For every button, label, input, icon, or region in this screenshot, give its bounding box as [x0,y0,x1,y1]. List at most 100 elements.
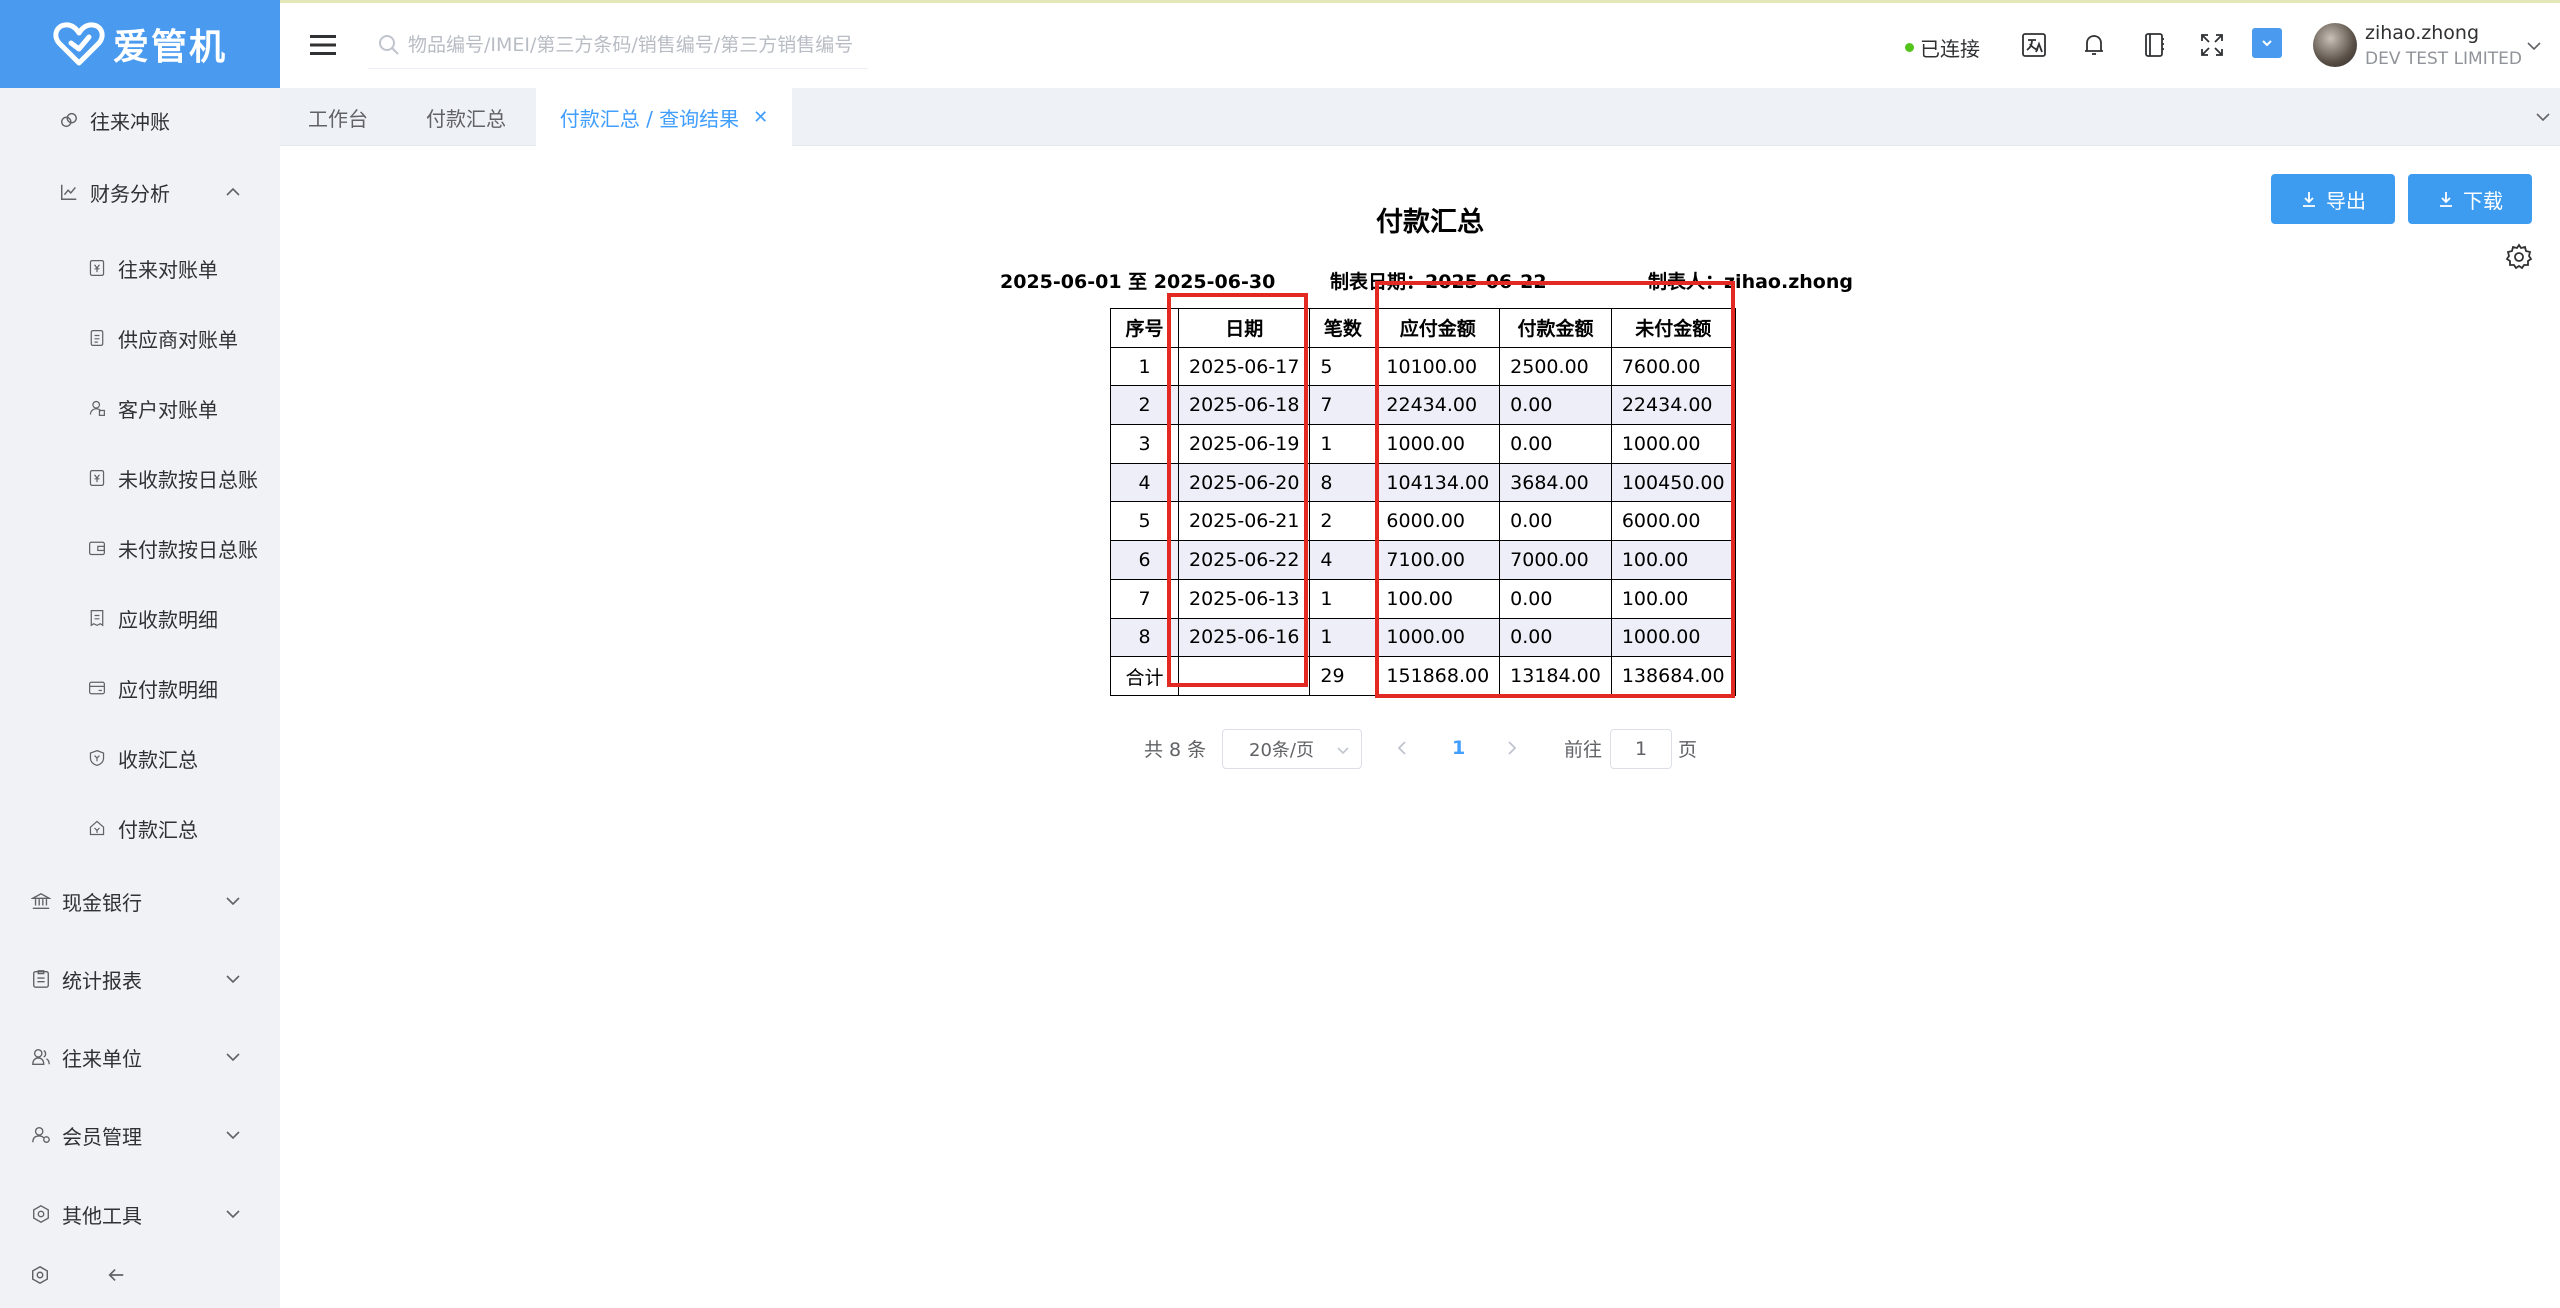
hamburger-menu-icon[interactable] [310,33,336,57]
sidebar-group-financial-analysis[interactable]: 财务分析 [0,174,280,210]
sidebar-item-unpaid-daily[interactable]: 未付款按日总账 [0,530,280,566]
sidebar-item-unreceived-daily[interactable]: 未收款按日总账 [0,460,280,496]
table-cell: 5 [1309,346,1377,387]
sidebar-item-label: 应付款明细 [118,677,218,702]
card-icon [86,677,108,699]
sidebar-item-label: 供应商对账单 [118,327,238,352]
user-name[interactable]: zihao.zhong [2365,22,2479,44]
gear-icon[interactable] [2505,243,2533,271]
download-button-label: 下载 [2463,188,2503,213]
page-number-current[interactable]: 1 [1452,728,1465,768]
company-name: DEV TEST LIMITED [2365,49,2522,69]
report-date-range: 2025-06-01 至 2025-06-30 [1000,271,1276,293]
tab-label: 付款汇总 / 查询结果 [559,106,740,131]
export-button[interactable]: 导出 [2271,174,2395,224]
table-cell: 1 [1309,617,1377,658]
sidebar-item-label: 财务分析 [90,181,170,206]
sidebar-item-label: 应收款明细 [118,607,218,632]
app-logo[interactable]: 爱管机 [0,0,280,88]
sidebar-item-label: 往来冲账 [90,109,170,134]
column-header: 笔数 [1309,308,1377,348]
chevron-down-icon [1337,747,1349,755]
pagination-total: 共 8 条 [1144,738,1207,761]
collapse-arrow-left-icon[interactable] [106,1265,126,1285]
table-cell: 1 [1309,424,1377,464]
sidebar-item-label: 其他工具 [62,1203,142,1228]
table-cell: 4 [1309,540,1377,580]
sidebar-item-reconcile[interactable]: 往来冲账 [0,102,280,138]
prev-page-icon[interactable] [1394,739,1410,757]
sidebar-item-label: 未付款按日总账 [118,537,258,562]
fullscreen-icon[interactable] [2198,31,2226,59]
tab-payment-summary[interactable]: 付款汇总 [396,88,536,146]
tab-label: 工作台 [308,106,368,131]
download-icon [2440,192,2452,207]
table-cell: 7 [1309,385,1377,426]
sidebar-item-payment-summary[interactable]: 付款汇总 [0,810,280,846]
highlight-box-date-column [1167,293,1308,687]
sidebar: 爱管机 往来冲账 财务分析 往来对账单 供应商对账单 客户对账单 未收款按日总账… [0,0,280,1308]
sidebar-item-account-statement[interactable]: 往来对账单 [0,250,280,286]
export-button-label: 导出 [2326,188,2366,213]
download-button[interactable]: 下载 [2408,174,2532,224]
sidebar-item-label: 收款汇总 [118,747,198,772]
sidebar-group-members[interactable]: 会员管理 [0,1117,280,1153]
sidebar-item-payable-detail[interactable]: 应付款明细 [0,670,280,706]
chevron-up-icon [226,187,240,196]
chevron-down-icon[interactable] [2525,37,2543,55]
user-group-icon [30,1046,52,1068]
sidebar-group-other-tools[interactable]: 其他工具 [0,1196,280,1232]
avatar[interactable] [2313,23,2357,67]
tab-payment-summary-result[interactable]: 付款汇总 / 查询结果 ✕ [536,88,792,146]
sidebar-item-label: 付款汇总 [118,817,198,842]
search-icon [379,34,399,55]
home-icon [86,817,108,839]
goto-suffix: 页 [1678,738,1698,761]
table-cell: 2 [1309,501,1377,542]
settings-icon[interactable] [30,1265,50,1285]
bell-icon[interactable] [2080,31,2108,59]
chevron-down-icon [226,897,240,906]
receipt-icon [86,607,108,629]
sidebar-group-partners[interactable]: 往来单位 [0,1039,280,1075]
connection-status: 已连接 [1905,33,1980,62]
link-icon [58,109,80,131]
status-dot [1905,43,1914,52]
sidebar-item-customer-statement[interactable]: 客户对账单 [0,390,280,426]
top-header: 已连接 zihao.zhong DEV TEST LIMITED [280,3,2560,88]
yen-doc-icon [86,467,108,489]
sidebar-item-label: 往来单位 [62,1046,142,1071]
next-page-icon[interactable] [1504,739,1520,757]
sidebar-item-receivable-detail[interactable]: 应收款明细 [0,600,280,636]
chevron-down-icon [2262,40,2272,47]
chevron-down-icon [226,975,240,984]
heart-logo-icon [53,22,105,66]
page-size-select[interactable]: 20条/页 [1222,729,1362,769]
table-cell: 8 [1309,462,1377,503]
chevron-down-icon [226,1053,240,1062]
sidebar-item-label: 未收款按日总账 [118,467,258,492]
sidebar-item-supplier-statement[interactable]: 供应商对账单 [0,320,280,356]
yen-doc-icon [86,257,108,279]
highlight-box-amount-columns [1375,281,1735,698]
goto-page-input[interactable]: 1 [1610,729,1672,769]
global-search [368,21,868,69]
search-input[interactable] [408,33,868,56]
table-cell: 1 [1309,578,1377,619]
shield-icon [86,747,108,769]
tab-workbench[interactable]: 工作台 [280,88,396,146]
tab-label: 付款汇总 [426,106,506,131]
sidebar-item-label: 统计报表 [62,968,142,993]
notebook-icon[interactable] [2140,31,2168,59]
sidebar-group-stat-reports[interactable]: 统计报表 [0,961,280,997]
chevron-down-icon [226,1210,240,1219]
translate-icon[interactable] [2020,31,2048,59]
sidebar-item-receipt-summary[interactable]: 收款汇总 [0,740,280,776]
dropdown-toggle-button[interactable] [2252,28,2282,58]
close-icon[interactable]: ✕ [753,107,768,128]
wallet-icon [86,537,108,559]
chevron-down-icon[interactable] [2534,108,2552,126]
sidebar-item-label: 往来对账单 [118,257,218,282]
sidebar-item-label: 现金银行 [62,890,142,915]
sidebar-group-cash-bank[interactable]: 现金银行 [0,883,280,919]
